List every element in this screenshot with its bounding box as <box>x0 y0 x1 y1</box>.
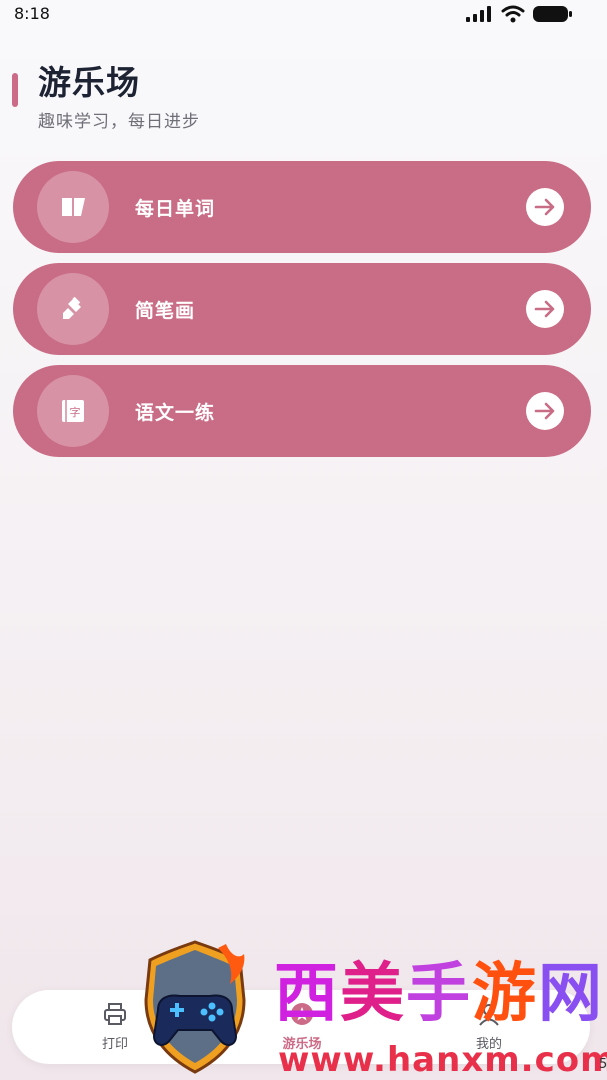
card-icon-circle <box>37 273 109 345</box>
chinese-practice-card[interactable]: 字 语文一练 <box>13 365 591 457</box>
card-label: 简笔画 <box>135 300 196 322</box>
arrow-right-icon[interactable] <box>526 392 564 430</box>
wifi-icon <box>501 5 525 23</box>
card-icon-circle: 字 <box>37 375 109 447</box>
battery-icon <box>533 6 572 22</box>
watermark-url: www.hanxm.com <box>278 1040 607 1080</box>
page-subtitle: 趣味学习，每日进步 <box>38 112 200 132</box>
watermark-title: 西美手游网 <box>274 957 604 1031</box>
card-label: 语文一练 <box>135 402 216 424</box>
simple-drawing-card[interactable]: 简笔画 <box>13 263 591 355</box>
arrow-right-icon[interactable] <box>526 290 564 328</box>
printer-icon <box>104 1003 126 1025</box>
card-label: 每日单词 <box>135 198 216 220</box>
svg-text:字: 字 <box>70 405 81 419</box>
book-icon <box>62 198 85 216</box>
brush-icon <box>63 296 81 319</box>
status-time: 8:18 <box>14 4 50 23</box>
chinese-character-icon: 字 <box>62 400 84 422</box>
status-icons <box>465 5 573 23</box>
arrow-right-icon[interactable] <box>526 188 564 226</box>
gamepad-shield-logo <box>144 940 246 1074</box>
signal-icon <box>466 6 491 22</box>
watermark: 西美手游网 www.hanxm.com <box>130 940 607 1080</box>
daily-words-card[interactable]: 每日单词 <box>13 161 591 253</box>
status-bar: 8:18 <box>0 0 607 28</box>
header-accent-bar <box>12 73 18 107</box>
card-icon-circle <box>37 171 109 243</box>
edge-text: 5 <box>599 1057 607 1072</box>
page-title: 游乐场 <box>38 63 140 102</box>
